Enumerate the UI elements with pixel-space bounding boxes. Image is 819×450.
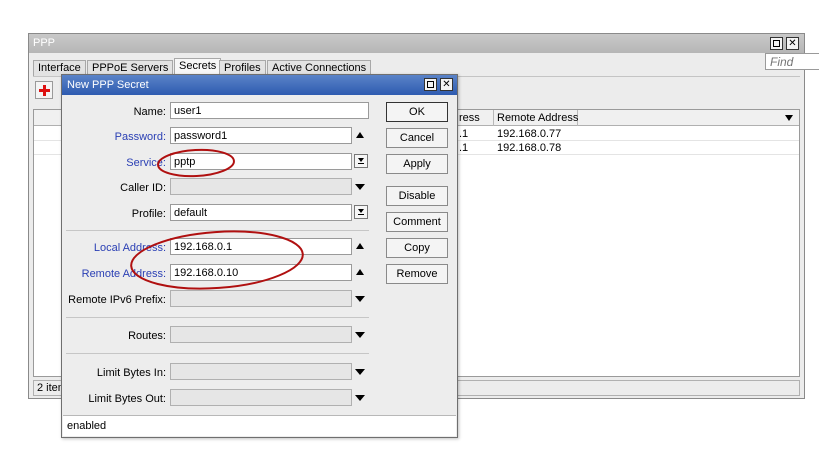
status-text: enabled — [67, 420, 107, 432]
expand-down-icon[interactable] — [355, 332, 365, 338]
ppp-titlebar[interactable]: PPP ✕ — [29, 34, 804, 53]
profile-label: Profile: — [131, 208, 166, 220]
dialog-status-bar: enabled — [63, 415, 456, 436]
comment-button[interactable]: Comment — [386, 212, 448, 232]
remote-ipv6-prefix-input[interactable] — [170, 290, 352, 307]
close-icon[interactable]: ✕ — [786, 37, 799, 50]
expand-down-icon[interactable] — [355, 184, 365, 190]
routes-input[interactable] — [170, 326, 352, 343]
chevron-down-icon — [358, 209, 364, 213]
service-select[interactable] — [170, 153, 352, 170]
local-address-label: Local Address: — [93, 242, 166, 254]
dialog-titlebar[interactable]: New PPP Secret ✕ — [62, 75, 457, 95]
collapse-up-icon[interactable] — [356, 243, 364, 249]
service-label: Service: — [126, 157, 166, 169]
new-ppp-secret-dialog: New PPP Secret ✕ Name: Password: Service… — [61, 74, 458, 438]
caller-id-input[interactable] — [170, 178, 352, 195]
profile-dropdown-button[interactable] — [354, 205, 368, 219]
limit-bytes-in-input[interactable] — [170, 363, 352, 380]
cell-remote-address: 192.168.0.78 — [497, 142, 562, 154]
divider — [66, 353, 369, 354]
ppp-window-title: PPP — [33, 37, 56, 49]
expand-down-icon[interactable] — [355, 395, 365, 401]
column-header-remote-address[interactable]: Remote Address — [494, 110, 578, 126]
profile-select[interactable] — [170, 204, 352, 221]
cell-local-address: .1 — [459, 128, 469, 140]
caller-id-label: Caller ID: — [120, 182, 166, 194]
cell-local-address: .1 — [459, 142, 469, 154]
column-menu-chevron-icon[interactable] — [785, 115, 793, 121]
copy-button[interactable]: Copy — [386, 238, 448, 258]
collapse-up-icon[interactable] — [356, 269, 364, 275]
password-label: Password: — [114, 131, 166, 143]
ok-button[interactable]: OK — [386, 102, 448, 122]
add-button[interactable] — [35, 81, 53, 99]
disable-button[interactable]: Disable — [386, 186, 448, 206]
cell-remote-address: 192.168.0.77 — [497, 128, 562, 140]
apply-button[interactable]: Apply — [386, 154, 448, 174]
divider — [66, 230, 369, 231]
password-input[interactable] — [170, 127, 352, 144]
local-address-input[interactable] — [170, 238, 352, 255]
remove-button[interactable]: Remove — [386, 264, 448, 284]
limit-bytes-in-label: Limit Bytes In: — [96, 367, 166, 379]
limit-bytes-out-label: Limit Bytes Out: — [88, 393, 166, 405]
remote-ipv6-prefix-label: Remote IPv6 Prefix: — [68, 294, 166, 306]
column-header-local-address[interactable]: ress — [456, 110, 494, 126]
expand-down-icon[interactable] — [355, 369, 365, 375]
name-label: Name: — [133, 106, 166, 118]
find-input[interactable] — [765, 53, 819, 70]
collapse-up-icon[interactable] — [356, 132, 364, 138]
name-input[interactable] — [170, 102, 369, 119]
divider — [66, 317, 369, 318]
dialog-maximize-icon[interactable] — [424, 78, 437, 91]
dialog-close-icon[interactable]: ✕ — [440, 78, 453, 91]
remote-address-label: Remote Address: — [81, 268, 166, 280]
dialog-title: New PPP Secret — [67, 79, 149, 91]
cancel-button[interactable]: Cancel — [386, 128, 448, 148]
limit-bytes-out-input[interactable] — [170, 389, 352, 406]
service-dropdown-button[interactable] — [354, 154, 368, 168]
routes-label: Routes: — [128, 330, 166, 342]
expand-down-icon[interactable] — [355, 296, 365, 302]
maximize-icon[interactable] — [770, 37, 783, 50]
remote-address-input[interactable] — [170, 264, 352, 281]
chevron-down-icon — [358, 158, 364, 162]
